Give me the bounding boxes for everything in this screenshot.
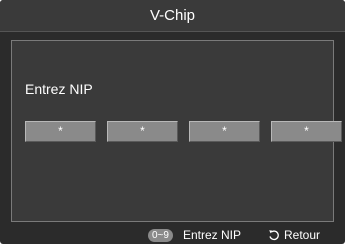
dialog-title: V-Chip <box>0 0 345 32</box>
pin-digit-2[interactable]: * <box>107 121 178 142</box>
pin-digit-1[interactable]: * <box>25 121 96 142</box>
return-arrow-icon[interactable] <box>268 229 280 241</box>
button-hint-bar: 0~9 Entrez NIP Retour <box>0 226 345 244</box>
pin-panel: Entrez NIP * * * * <box>11 40 342 222</box>
enter-pin-hint: Entrez NIP <box>183 228 242 242</box>
pin-digit-4[interactable]: * <box>271 121 342 142</box>
pin-input-row[interactable]: * * * * <box>25 121 342 142</box>
vchip-dialog: V-Chip Entrez NIP * * * * 0~9 Entrez NIP… <box>0 0 345 244</box>
pin-digit-3[interactable]: * <box>189 121 260 142</box>
return-label[interactable]: Retour <box>284 228 320 243</box>
pin-prompt: Entrez NIP <box>25 81 93 97</box>
number-keys-badge: 0~9 <box>148 229 173 242</box>
